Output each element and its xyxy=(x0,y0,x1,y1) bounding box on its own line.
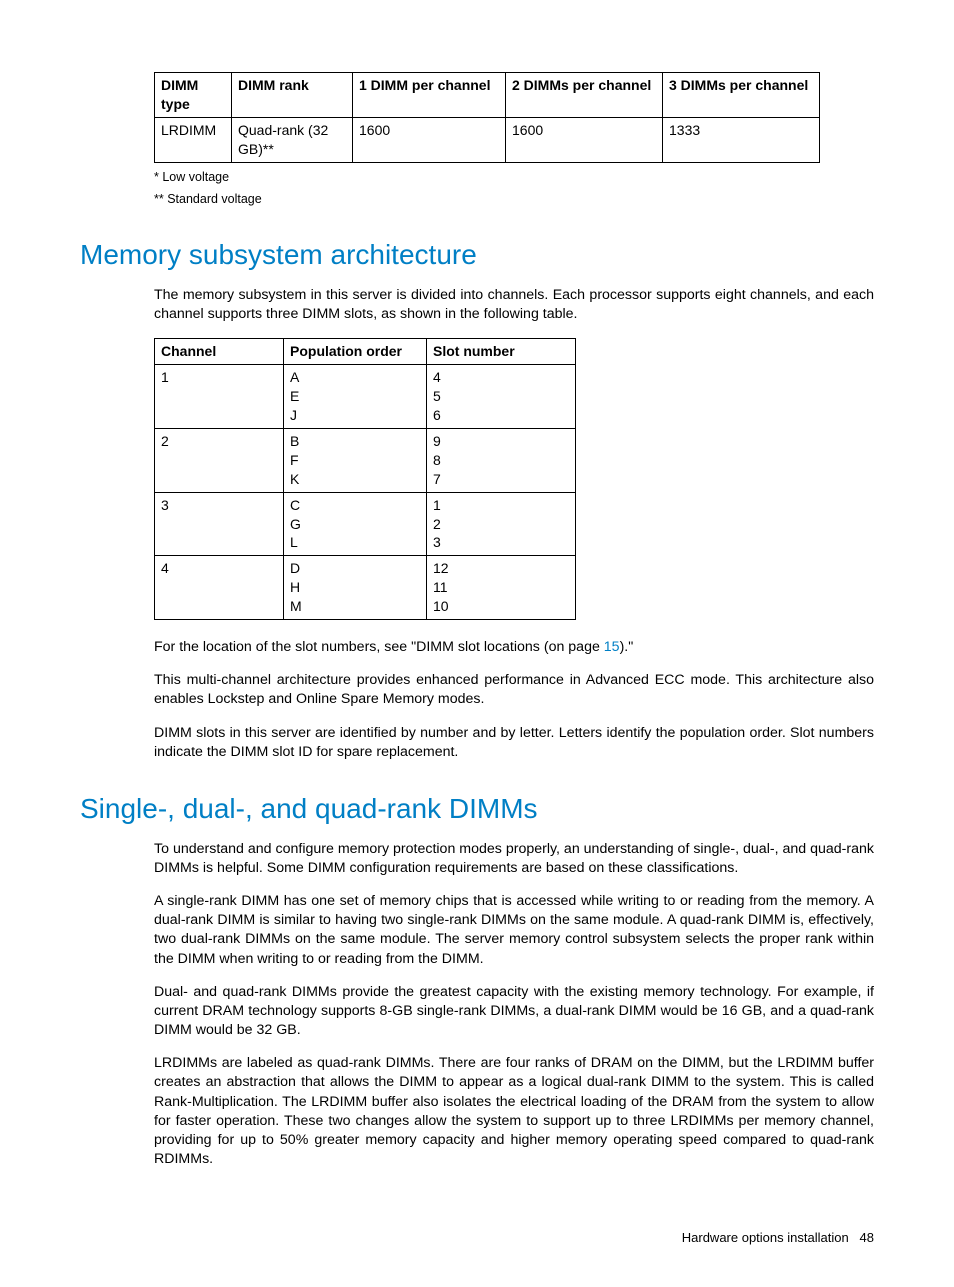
table-row: 4DHM121110 xyxy=(155,556,576,620)
footer-section: Hardware options installation xyxy=(682,1230,849,1245)
cell: 1600 xyxy=(353,117,506,162)
col-header: Channel xyxy=(155,339,284,365)
col-header: 1 DIMM per channel xyxy=(353,73,506,118)
body-text: For the location of the slot numbers, se… xyxy=(154,638,874,657)
heading-memory-subsystem: Memory subsystem architecture xyxy=(80,236,874,274)
body-text: The memory subsystem in this server is d… xyxy=(154,286,874,324)
cell: LRDIMM xyxy=(155,117,232,162)
cell: 3 xyxy=(155,492,284,556)
cell: 987 xyxy=(427,429,576,493)
cell: CGL xyxy=(284,492,427,556)
cell: 4 xyxy=(155,556,284,620)
body-text: A single-rank DIMM has one set of memory… xyxy=(154,892,874,969)
body-text: To understand and configure memory prote… xyxy=(154,840,874,878)
col-header: DIMM type xyxy=(155,73,232,118)
channel-table: Channel Population order Slot number 1AE… xyxy=(154,338,576,620)
cell: 2 xyxy=(155,429,284,493)
body-text: LRDIMMs are labeled as quad-rank DIMMs. … xyxy=(154,1054,874,1169)
text: )." xyxy=(620,639,634,655)
table-row: DIMM type DIMM rank 1 DIMM per channel 2… xyxy=(155,73,820,118)
footnote: * Low voltage xyxy=(154,169,874,186)
cell: DHM xyxy=(284,556,427,620)
body-text: This multi-channel architecture provides… xyxy=(154,671,874,709)
cell: 456 xyxy=(427,365,576,429)
col-header: DIMM rank xyxy=(232,73,353,118)
col-header: 2 DIMMs per channel xyxy=(506,73,663,118)
cell: 1 xyxy=(155,365,284,429)
table-row: LRDIMM Quad-rank (32 GB)** 1600 1600 133… xyxy=(155,117,820,162)
footnote: ** Standard voltage xyxy=(154,191,874,208)
col-header: 3 DIMMs per channel xyxy=(663,73,820,118)
page-footer: Hardware options installation 48 xyxy=(80,1229,874,1247)
footer-page: 48 xyxy=(860,1230,874,1245)
col-header: Population order xyxy=(284,339,427,365)
page-link[interactable]: 15 xyxy=(604,639,620,655)
cell: BFK xyxy=(284,429,427,493)
text: For the location of the slot numbers, se… xyxy=(154,639,604,655)
cell: 1600 xyxy=(506,117,663,162)
col-header: Slot number xyxy=(427,339,576,365)
table-row: 3CGL123 xyxy=(155,492,576,556)
cell: 1333 xyxy=(663,117,820,162)
cell: 123 xyxy=(427,492,576,556)
cell: AEJ xyxy=(284,365,427,429)
cell: 121110 xyxy=(427,556,576,620)
table-row: 2BFK987 xyxy=(155,429,576,493)
body-text: Dual- and quad-rank DIMMs provide the gr… xyxy=(154,983,874,1041)
heading-dimm-ranks: Single-, dual-, and quad-rank DIMMs xyxy=(80,790,874,828)
cell: Quad-rank (32 GB)** xyxy=(232,117,353,162)
table-row: 1AEJ456 xyxy=(155,365,576,429)
dimm-type-table: DIMM type DIMM rank 1 DIMM per channel 2… xyxy=(154,72,820,163)
body-text: DIMM slots in this server are identified… xyxy=(154,724,874,762)
table-row: Channel Population order Slot number xyxy=(155,339,576,365)
